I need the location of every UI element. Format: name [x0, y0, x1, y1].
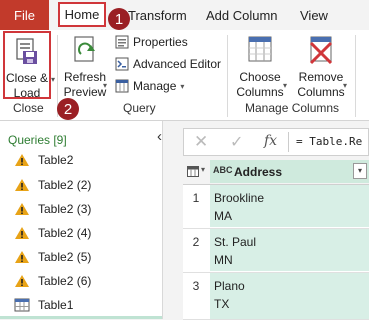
query-item[interactable]: Table2 — [14, 148, 73, 172]
warning-icon — [15, 227, 29, 239]
column-header-label: Address — [234, 165, 283, 179]
remove-columns-button[interactable]: Remove Columns — [292, 33, 350, 99]
formula-input[interactable]: = Table.Re — [296, 135, 362, 148]
properties-icon — [115, 35, 129, 49]
query-item-label: Table2 (3) — [38, 202, 92, 216]
properties-label: Properties — [133, 35, 188, 49]
close-load-dropdown-icon[interactable]: ▾ — [51, 75, 55, 84]
choose-columns-label-2: Columns — [236, 85, 284, 99]
refresh-icon — [74, 36, 95, 62]
remove-columns-label-1: Remove — [298, 70, 344, 84]
manage-label: Manage — [133, 79, 177, 93]
properties-button[interactable]: Properties — [115, 35, 188, 49]
row-number: 3 — [192, 279, 200, 293]
tab-transform[interactable]: Transform — [128, 0, 187, 30]
cell-line-2: MA — [214, 209, 232, 223]
remove-columns-dropdown-icon[interactable]: ▾ — [343, 81, 347, 90]
warning-icon — [15, 203, 29, 215]
table-icon — [14, 298, 30, 312]
cell-line-1: Plano — [214, 279, 245, 293]
query-item-selected[interactable]: Table1 — [14, 293, 73, 317]
choose-columns-icon — [248, 36, 272, 62]
choose-columns-dropdown-icon[interactable]: ▾ — [283, 81, 287, 90]
formula-divider — [288, 132, 289, 152]
manage-icon — [115, 79, 129, 93]
advanced-editor-label: Advanced Editor — [133, 57, 222, 71]
queries-title: Queries [9] — [8, 133, 67, 147]
close-load-button[interactable]: Close & Load — [3, 31, 51, 100]
group-label-manage-columns: Manage Columns — [245, 101, 340, 115]
manage-dropdown-icon: ▾ — [180, 81, 185, 91]
remove-columns-icon — [309, 36, 333, 65]
row-number: 2 — [192, 235, 200, 249]
query-item-label: Table2 (4) — [38, 226, 92, 240]
tab-add-column[interactable]: Add Column — [206, 0, 278, 30]
warning-icon — [15, 179, 29, 191]
tab-home[interactable]: Home — [58, 2, 106, 27]
table-cell[interactable]: Brookline MA — [210, 185, 369, 227]
fx-icon[interactable]: fx — [264, 133, 277, 149]
close-load-icon — [16, 38, 37, 64]
advanced-editor-icon — [115, 57, 129, 71]
table-row: 3 Plano TX — [183, 273, 369, 320]
formula-bar: ✕ ✓ fx = Table.Re — [183, 128, 369, 156]
close-load-label-2: Load — [13, 86, 41, 100]
collapse-pane-icon[interactable]: ‹ — [157, 128, 162, 145]
group-label-query: Query — [123, 101, 156, 115]
table-cell[interactable]: Plano TX — [210, 273, 369, 319]
query-item[interactable]: Table2 (5) — [14, 245, 91, 269]
warning-icon — [15, 154, 29, 166]
table-menu-icon[interactable] — [187, 166, 199, 177]
group-separator — [227, 35, 228, 117]
step-badge-2: 2 — [57, 98, 79, 120]
refresh-preview-button[interactable]: Refresh Preview — [61, 33, 109, 99]
warning-icon — [15, 275, 29, 287]
step-badge-1: 1 — [108, 8, 130, 30]
group-separator — [355, 35, 356, 117]
row-number: 1 — [192, 191, 200, 205]
group-label-close: Close — [13, 101, 44, 115]
column-filter-dropdown-icon[interactable]: ▾ — [353, 163, 367, 179]
cell-line-1: St. Paul — [214, 235, 257, 249]
choose-columns-button[interactable]: Choose Columns — [232, 33, 288, 99]
warning-icon — [15, 251, 29, 263]
query-item-label: Table2 (2) — [38, 178, 92, 192]
choose-columns-label-1: Choose — [239, 70, 281, 84]
cancel-formula-icon[interactable]: ✕ — [194, 132, 208, 152]
table-menu-dropdown-icon[interactable]: ▾ — [201, 165, 205, 174]
table-row: 2 St. Paul MN — [183, 229, 369, 273]
cell-line-1: Brookline — [214, 191, 265, 205]
query-item[interactable]: Table2 (2) — [14, 173, 91, 197]
table-cell[interactable]: St. Paul MN — [210, 229, 369, 271]
refresh-dropdown-icon[interactable]: ▾ — [103, 81, 107, 90]
text-type-icon[interactable]: ABC — [213, 165, 233, 175]
query-item-label: Table2 (5) — [38, 250, 92, 264]
query-item[interactable]: Table2 (3) — [14, 197, 91, 221]
table-row: 1 Brookline MA — [183, 185, 369, 229]
close-load-label-1: Close & — [5, 71, 49, 85]
grid-header: ▾ ABC Address ▾ — [183, 160, 369, 185]
remove-columns-label-2: Columns — [297, 85, 345, 99]
query-item-label: Table1 — [38, 298, 74, 312]
advanced-editor-button[interactable]: Advanced Editor — [115, 57, 221, 71]
column-header-address[interactable]: ABC Address ▾ — [210, 160, 369, 183]
manage-button[interactable]: Manage ▾ — [115, 79, 184, 93]
query-item[interactable]: Table2 (4) — [14, 221, 91, 245]
confirm-formula-icon[interactable]: ✓ — [230, 132, 243, 152]
tab-view[interactable]: View — [300, 0, 328, 30]
query-item-label: Table2 — [38, 153, 74, 167]
query-item-label: Table2 (6) — [38, 274, 92, 288]
query-item[interactable]: Table2 (6) — [14, 269, 91, 293]
cell-line-2: MN — [214, 253, 233, 267]
cell-line-2: TX — [214, 297, 230, 311]
tab-file[interactable]: File — [0, 0, 49, 30]
